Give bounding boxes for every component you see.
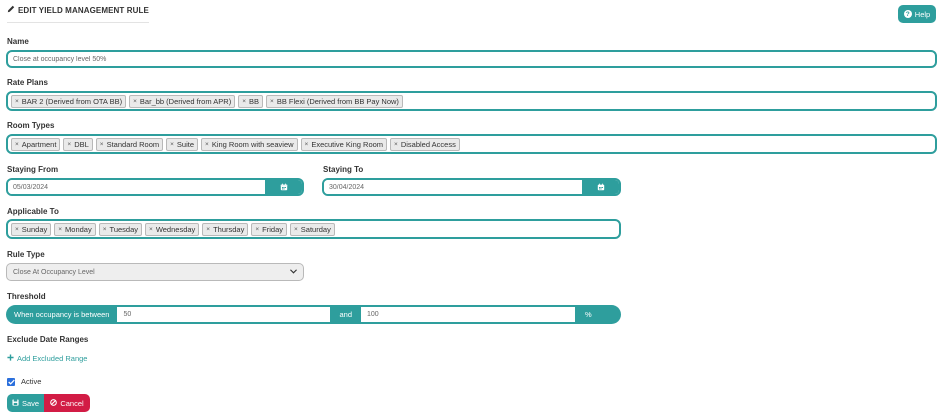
calendar-icon[interactable] [265,180,302,194]
help-button[interactable]: ? Help [898,5,936,23]
threshold-and: and [339,310,352,319]
question-circle-icon: ? [903,10,912,18]
tag-remove-icon[interactable]: × [305,141,309,148]
save-button[interactable]: Save [7,394,44,412]
staying-from-input[interactable] [8,180,265,194]
tag-remove-icon[interactable]: × [149,226,153,233]
name-input[interactable] [11,54,932,64]
weekday-tag[interactable]: × Friday [251,222,287,236]
rate-plan-tag[interactable]: × BB [238,94,264,108]
active-checkbox[interactable] [7,377,15,386]
rate-plan-tag[interactable]: × Bar_bb (Derived from APR) [129,94,236,108]
active-row: Active [7,377,41,386]
weekday-tag[interactable]: × Thursday [202,222,249,236]
weekday-tag[interactable]: × Wednesday [145,222,200,236]
chevron-down-icon [290,268,297,276]
rule-type-select[interactable]: Close At Occupancy Level [6,263,304,281]
plus-icon [7,354,14,363]
threshold-label: Threshold [7,292,46,301]
tag-remove-icon[interactable]: × [58,226,62,233]
weekday-tag[interactable]: × Saturday [290,222,335,236]
tag-remove-icon[interactable]: × [100,141,104,148]
calendar-icon[interactable] [582,180,619,194]
tag-remove-icon[interactable]: × [170,141,174,148]
exclude-date-ranges-label: Exclude Date Ranges [7,335,89,344]
tag-remove-icon[interactable]: × [270,98,274,105]
tag-remove-icon[interactable]: × [294,226,298,233]
room-types-label: Room Types [7,121,55,130]
rate-plan-tag[interactable]: × BAR 2 (Derived from OTA BB) [11,94,127,108]
weekday-tag[interactable]: × Sunday [11,222,52,236]
applicable-to-label: Applicable To [7,207,59,216]
tag-remove-icon[interactable]: × [103,226,107,233]
cancel-button[interactable]: Cancel [44,394,90,412]
tag-remove-icon[interactable]: × [15,98,19,105]
room-type-tag[interactable]: × Standard Room [95,137,164,151]
tag-remove-icon[interactable]: × [15,226,19,233]
tag-remove-icon[interactable]: × [394,141,398,148]
help-button-label: Help [914,9,931,19]
add-excluded-range-label: Add Excluded Range [17,354,88,363]
threshold-percent: % [585,310,592,319]
name-field-wrapper [6,50,937,68]
threshold-max-input[interactable] [361,307,575,322]
rule-type-selected: Close At Occupancy Level [13,268,95,276]
tag-remove-icon[interactable]: × [133,98,137,105]
threshold-group: When occupancy is between and % [6,305,621,324]
name-label: Name [7,37,29,46]
rate-plans-multiselect[interactable]: × BAR 2 (Derived from OTA BB) × Bar_bb (De… [6,91,937,111]
rate-plan-tag[interactable]: × BB Flexi (Derived from BB Pay Now) [266,94,403,108]
tag-remove-icon[interactable]: × [205,141,209,148]
tag-remove-icon[interactable]: × [206,226,210,233]
room-type-tag[interactable]: × Apartment [11,137,61,151]
threshold-prefix: When occupancy is between [14,310,110,319]
staying-to-input[interactable] [324,180,582,194]
staying-from-label: Staying From [7,165,59,174]
room-types-multiselect[interactable]: × Apartment × DBL × Standard Room × Suite × K… [6,134,937,154]
room-type-tag[interactable]: × DBL [63,137,93,151]
staying-to-group [322,178,621,196]
rate-plans-label: Rate Plans [7,78,48,87]
tag-remove-icon[interactable]: × [242,98,246,105]
weekday-tag[interactable]: × Monday [54,222,96,236]
title-divider [7,22,149,23]
room-type-tag[interactable]: × Suite [166,137,199,151]
tag-remove-icon[interactable]: × [67,141,71,148]
room-type-tag[interactable]: × Disabled Access [390,137,460,151]
tag-remove-icon[interactable]: × [255,226,259,233]
active-label: Active [21,377,42,386]
room-type-tag[interactable]: × Executive King Room [300,137,388,151]
page-title: EDIT YIELD MANAGEMENT RULE [7,5,149,15]
pencil-icon [7,5,15,15]
save-button-label: Save [21,398,40,408]
applicable-to-multiselect[interactable]: × Sunday × Monday × Tuesday × Wednesday × Thu… [6,219,621,239]
floppy-disk-icon [12,398,19,408]
add-excluded-range-link[interactable]: Add Excluded Range [7,354,87,363]
cancel-button-label: Cancel [60,398,84,408]
room-type-tag[interactable]: × King Room with seaview [201,137,298,151]
rule-type-label: Rule Type [7,250,45,259]
ban-icon [50,398,58,408]
staying-from-group [6,178,304,196]
weekday-tag[interactable]: × Tuesday [98,222,143,236]
page-title-text: EDIT YIELD MANAGEMENT RULE [18,5,149,15]
threshold-min-input[interactable] [117,307,331,322]
tag-remove-icon[interactable]: × [15,141,19,148]
staying-to-label: Staying To [323,165,364,174]
